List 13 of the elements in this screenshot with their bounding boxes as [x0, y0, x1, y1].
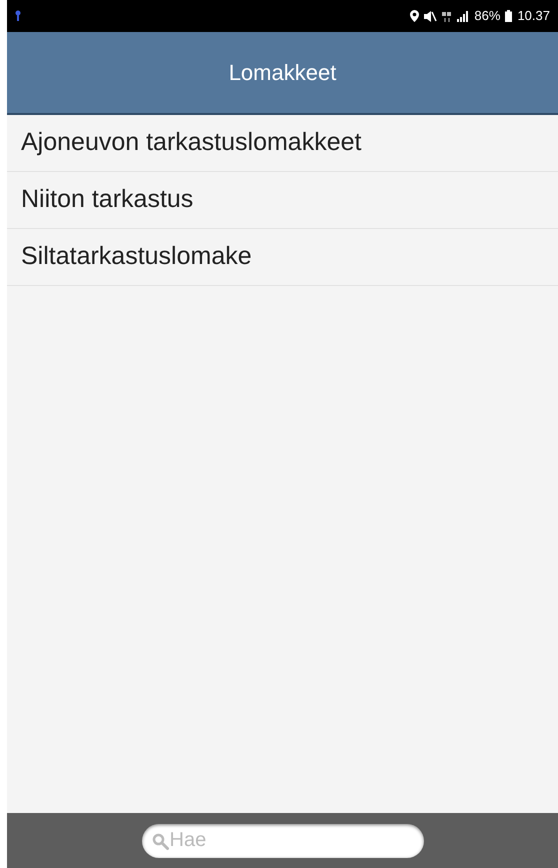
form-list-item[interactable]: Niiton tarkastus	[7, 172, 558, 229]
header-title: Lomakkeet	[228, 59, 336, 87]
key-icon	[15, 10, 21, 22]
battery-percentage: 86%	[474, 7, 500, 26]
battery-icon	[505, 10, 512, 22]
signal-icon	[457, 10, 470, 22]
form-list-item[interactable]: Ajoneuvon tarkastuslomakkeet	[7, 115, 558, 172]
clock: 10.37	[517, 7, 550, 26]
search-field[interactable]: Hae	[142, 824, 424, 858]
location-icon	[410, 10, 420, 22]
mute-icon	[424, 10, 438, 22]
search-icon	[152, 832, 168, 850]
form-list-item[interactable]: Siltatarkastuslomake	[7, 229, 558, 286]
